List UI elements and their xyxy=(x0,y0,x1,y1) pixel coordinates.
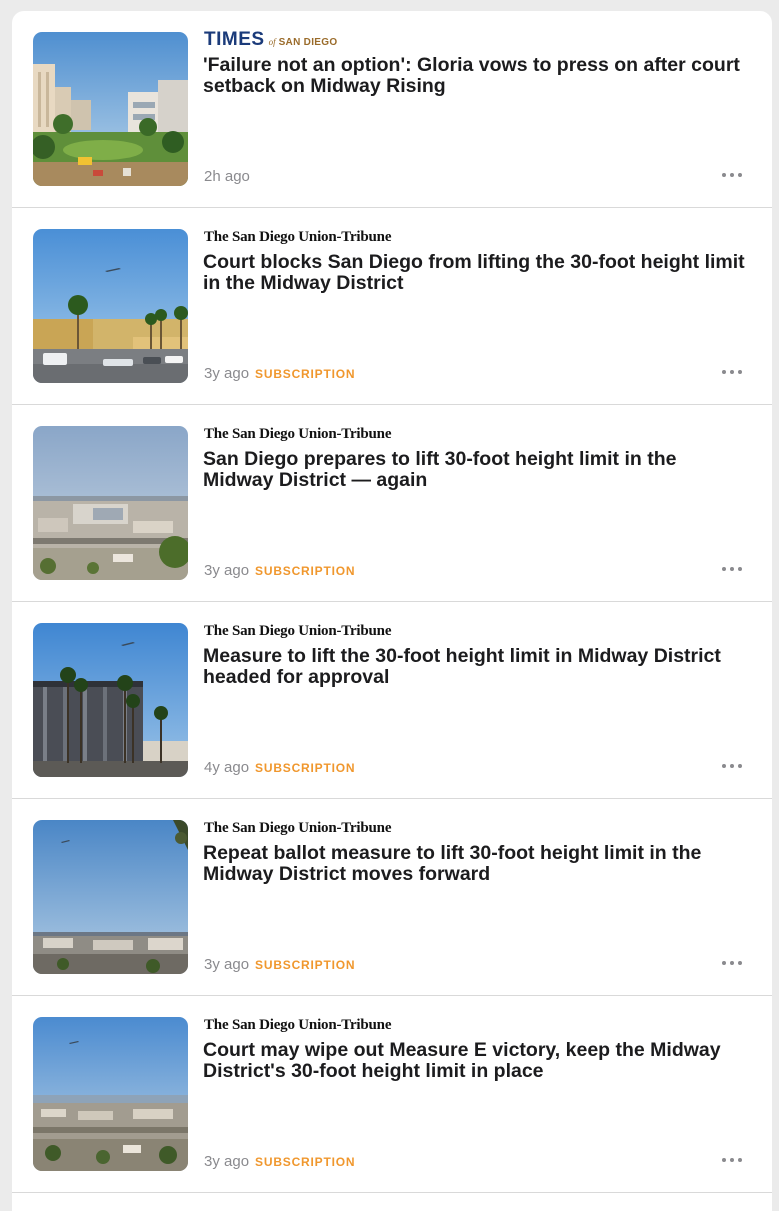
article-thumbnail[interactable] xyxy=(33,426,188,580)
article-card[interactable]: The San Diego Union-Tribune Measure to l… xyxy=(12,602,772,799)
ellipsis-icon xyxy=(722,173,742,177)
publisher-logo: The San Diego Union-Tribune xyxy=(204,1016,392,1033)
subscription-badge: SUBSCRIPTION xyxy=(255,957,356,972)
article-age: 3y ago xyxy=(204,365,250,382)
article-headline[interactable]: Repeat ballot measure to lift 30-foot he… xyxy=(203,843,748,885)
publisher-logo: The San Diego Union-Tribune xyxy=(204,425,392,442)
subscription-badge: SUBSCRIPTION xyxy=(255,760,356,775)
article-meta: 3y ago SUBSCRIPTION xyxy=(204,956,355,973)
article-card[interactable]: The San Diego Union-Tribune Repeat ballo… xyxy=(12,799,772,996)
ellipsis-icon xyxy=(722,567,742,571)
subscription-badge: SUBSCRIPTION xyxy=(255,1154,356,1169)
publisher-logo: TIMES of SAN DIEGO xyxy=(204,29,338,50)
article-headline[interactable]: San Diego prepares to lift 30-foot heigh… xyxy=(203,449,748,491)
more-options-button[interactable] xyxy=(722,364,746,380)
article-thumbnail[interactable] xyxy=(33,820,188,974)
article-thumbnail[interactable] xyxy=(33,623,188,777)
article-age: 3y ago xyxy=(204,562,250,579)
article-meta: 3y ago SUBSCRIPTION xyxy=(204,365,355,382)
article-age: 2h ago xyxy=(204,168,250,185)
article-thumbnail[interactable] xyxy=(33,1017,188,1171)
article-thumbnail[interactable] xyxy=(33,32,188,186)
ellipsis-icon xyxy=(722,370,742,374)
ellipsis-icon xyxy=(722,1158,742,1162)
article-headline[interactable]: Court may wipe out Measure E victory, ke… xyxy=(203,1040,748,1082)
more-options-button[interactable] xyxy=(722,561,746,577)
article-meta: 2h ago xyxy=(204,168,250,185)
article-meta: 3y ago SUBSCRIPTION xyxy=(204,562,355,579)
article-age: 3y ago xyxy=(204,1153,250,1170)
article-thumbnail[interactable] xyxy=(33,229,188,383)
article-card[interactable]: The San Diego Union-Tribune Court blocks… xyxy=(12,208,772,405)
article-headline[interactable]: Court blocks San Diego from lifting the … xyxy=(203,252,748,294)
publisher-logo: The San Diego Union-Tribune xyxy=(204,622,392,639)
article-card[interactable]: TIMES of SAN DIEGO 'Failure not an optio… xyxy=(12,11,772,208)
article-meta: 3y ago SUBSCRIPTION xyxy=(204,1153,355,1170)
publisher-logo: The San Diego Union-Tribune xyxy=(204,819,392,836)
article-meta: 4y ago SUBSCRIPTION xyxy=(204,759,355,776)
subscription-badge: SUBSCRIPTION xyxy=(255,366,356,381)
article-age: 3y ago xyxy=(204,956,250,973)
article-headline[interactable]: Measure to lift the 30-foot height limit… xyxy=(203,646,748,688)
article-age: 4y ago xyxy=(204,759,250,776)
publisher-logo: The San Diego Union-Tribune xyxy=(204,228,392,245)
ellipsis-icon xyxy=(722,764,742,768)
more-options-button[interactable] xyxy=(722,955,746,971)
subscription-badge: SUBSCRIPTION xyxy=(255,563,356,578)
news-feed: TIMES of SAN DIEGO 'Failure not an optio… xyxy=(12,11,772,1211)
article-card[interactable]: The San Diego Union-Tribune Court may wi… xyxy=(12,996,772,1193)
more-options-button[interactable] xyxy=(722,758,746,774)
more-options-button[interactable] xyxy=(722,167,746,183)
ellipsis-icon xyxy=(722,961,742,965)
more-options-button[interactable] xyxy=(722,1152,746,1168)
article-headline[interactable]: 'Failure not an option': Gloria vows to … xyxy=(203,55,748,97)
article-card[interactable]: The San Diego Union-Tribune San Diego pr… xyxy=(12,405,772,602)
